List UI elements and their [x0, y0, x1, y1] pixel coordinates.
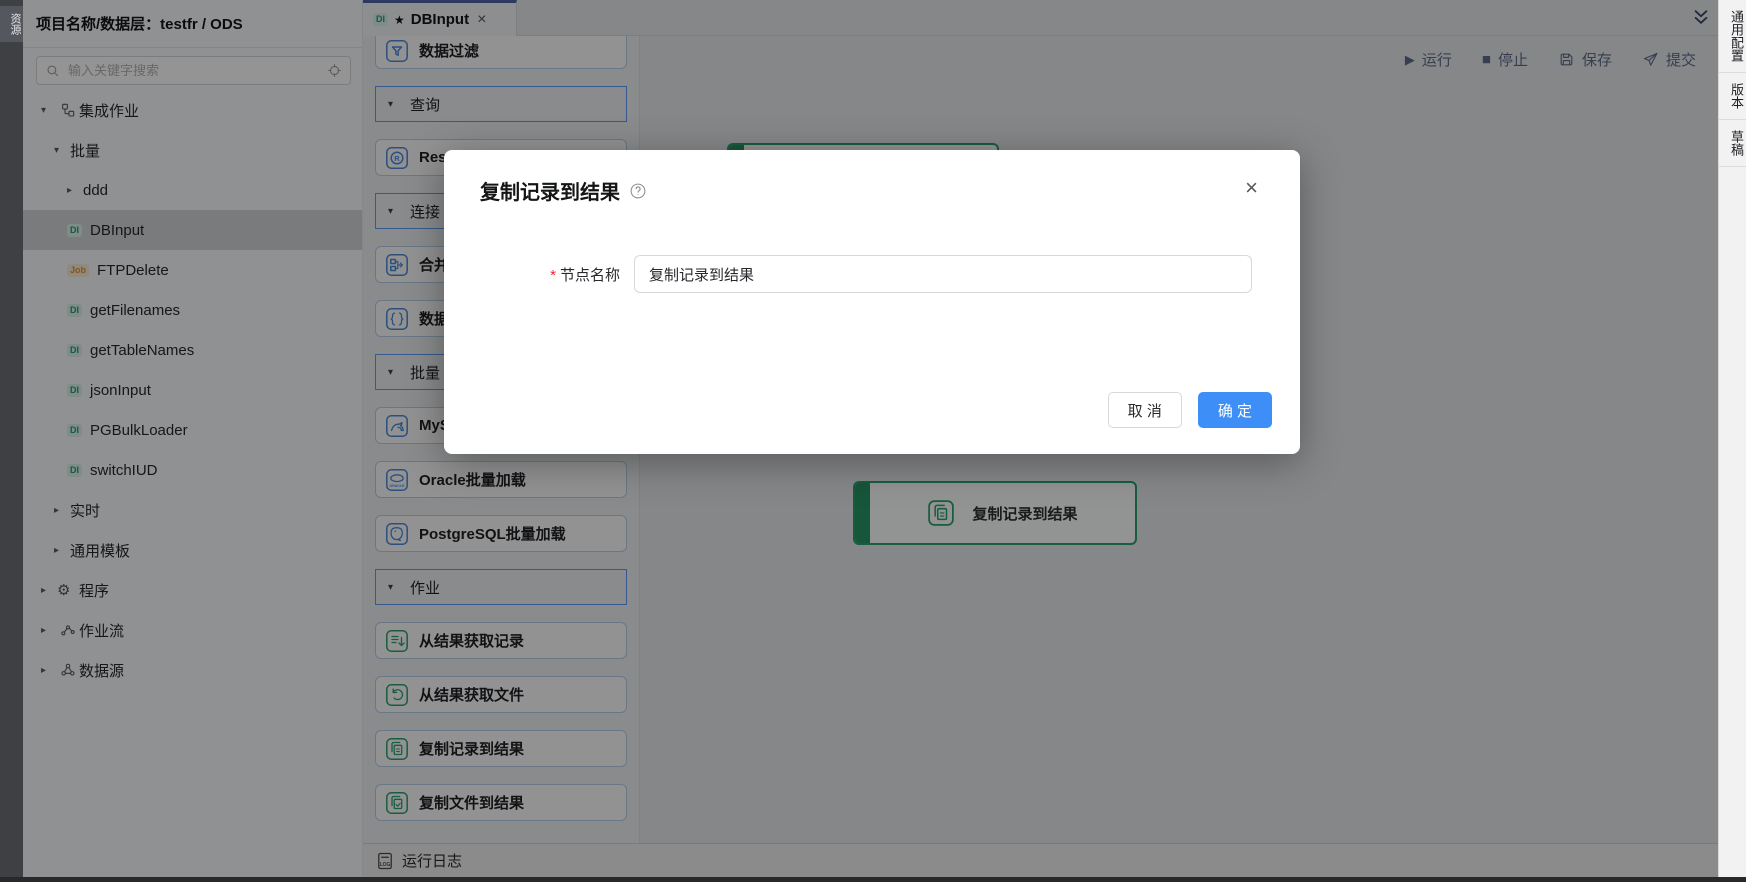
- node-settings-modal: 复制记录到结果 × *节点名称 取 消 确 定: [444, 150, 1300, 454]
- modal-close-icon[interactable]: ×: [1245, 177, 1258, 199]
- rail-tab-version[interactable]: 版本: [1719, 73, 1746, 120]
- ok-button[interactable]: 确 定: [1197, 392, 1272, 428]
- modal-title: 复制记录到结果: [480, 182, 620, 204]
- help-icon[interactable]: [629, 182, 647, 200]
- window-bottom-edge: [0, 877, 1746, 882]
- cancel-button[interactable]: 取 消: [1107, 392, 1182, 428]
- left-rail: 资源: [0, 0, 23, 877]
- required-asterisk: *: [550, 266, 556, 284]
- resources-rail-tab[interactable]: 资源: [0, 6, 23, 42]
- rail-tab-common-config[interactable]: 通用配置: [1719, 0, 1746, 73]
- right-rail: 通用配置 版本 草稿: [1718, 0, 1746, 877]
- rail-tab-draft[interactable]: 草稿: [1719, 120, 1746, 167]
- node-name-label: * 节点名称: [550, 266, 620, 284]
- node-name-input[interactable]: [634, 255, 1252, 293]
